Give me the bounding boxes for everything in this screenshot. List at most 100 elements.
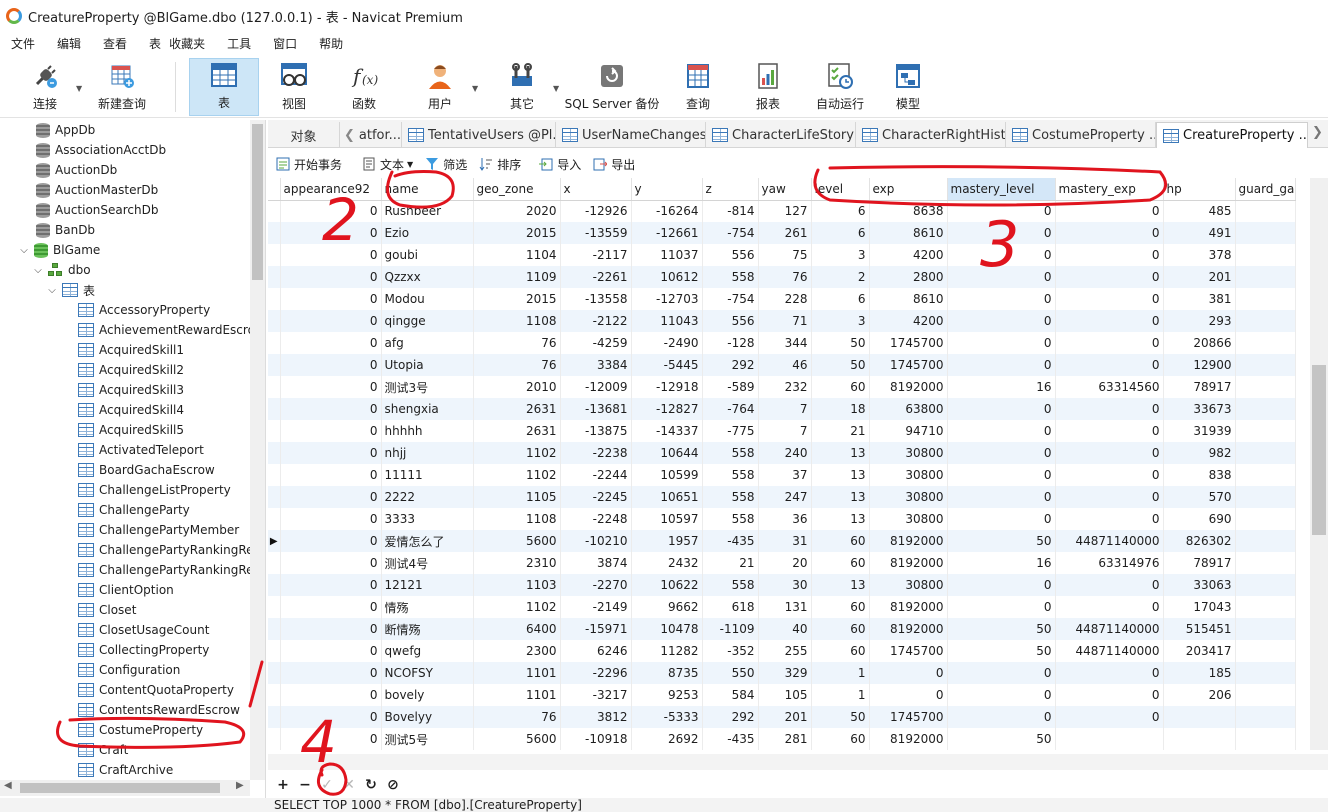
table-cell[interactable]: 1102	[473, 442, 561, 464]
row-header[interactable]	[268, 596, 281, 618]
tree-table-item[interactable]: ClientOption	[78, 580, 174, 600]
row-header[interactable]	[268, 420, 281, 442]
table-cell[interactable]: 0	[1055, 420, 1164, 442]
table-cell[interactable]: 0	[947, 442, 1056, 464]
row-header[interactable]	[268, 332, 281, 354]
table-cell[interactable]: -2490	[631, 332, 703, 354]
table-cell[interactable]: 0	[280, 596, 382, 618]
table-row[interactable]: 0 情殇 1102 -2149 9662 618 131 60 8192000 0 0 17043	[268, 596, 1296, 618]
table-cell[interactable]: 0	[280, 200, 382, 222]
table-cell[interactable]: -2122	[560, 310, 632, 332]
tree-db-auctiondb[interactable]: AuctionDb	[36, 160, 117, 180]
table-cell[interactable]: 71	[758, 310, 812, 332]
tree-table-item[interactable]: ContentQuotaProperty	[78, 680, 234, 700]
tree-table-item[interactable]: Closet	[78, 600, 136, 620]
tab-atfor[interactable]: ❮ atfor...	[340, 122, 402, 148]
table-cell[interactable]: 0	[280, 376, 382, 398]
connect-button[interactable]: 连接	[22, 58, 68, 116]
table-cell[interactable]: 201	[1163, 266, 1236, 288]
tree-table-item[interactable]: AcquiredSkill1	[78, 340, 184, 360]
table-cell[interactable]: 1101	[473, 684, 561, 706]
chevron-right-icon[interactable]: ❯	[1312, 125, 1323, 140]
table-cell[interactable]: nhjj	[381, 442, 474, 464]
table-cell[interactable]: 381	[1163, 288, 1236, 310]
table-cell[interactable]: 11037	[631, 244, 703, 266]
table-cell[interactable]: -15971	[560, 618, 632, 640]
row-header[interactable]	[268, 222, 281, 244]
table-cell[interactable]	[1235, 222, 1296, 244]
table-cell[interactable]: 13	[811, 442, 870, 464]
table-cell[interactable]	[1235, 684, 1296, 706]
table-cell[interactable]: 30800	[869, 464, 948, 486]
table-cell[interactable]: 76	[758, 266, 812, 288]
table-cell[interactable]: 11111	[381, 464, 474, 486]
table-cell[interactable]: 570	[1163, 486, 1236, 508]
table-cell[interactable]	[1235, 530, 1296, 552]
menu-help[interactable]: 帮助	[308, 32, 354, 56]
tree-db-associationacctdb[interactable]: AssociationAcctDb	[36, 140, 166, 160]
table-cell[interactable]: 3333	[381, 508, 474, 530]
table-cell[interactable]: 1745700	[869, 706, 948, 728]
table-cell[interactable]: 485	[1163, 200, 1236, 222]
table-cell[interactable]	[1235, 442, 1296, 464]
begin-transaction-button[interactable]: 开始事务	[276, 156, 342, 173]
tree-table-item[interactable]: ClosetUsageCount	[78, 620, 209, 640]
table-cell[interactable]: 50	[947, 618, 1056, 640]
table-cell[interactable]: 826302	[1163, 530, 1236, 552]
table-row[interactable]: 0 NCOFSY 1101 -2296 8735 550 329 1 0 0 0 185	[268, 662, 1296, 684]
table-cell[interactable]: 6	[811, 222, 870, 244]
table-cell[interactable]	[1235, 728, 1296, 750]
table-cell[interactable]: 2	[811, 266, 870, 288]
table-cell[interactable]: 3	[811, 244, 870, 266]
table-cell[interactable]: 情殇	[381, 596, 474, 618]
table-cell[interactable]: 0	[947, 222, 1056, 244]
sidebar-hscroll-thumb[interactable]	[20, 783, 220, 793]
table-cell[interactable]: 60	[811, 640, 870, 662]
table-cell[interactable]: 1957	[631, 530, 703, 552]
table-cell[interactable]: 63314560	[1055, 376, 1164, 398]
table-cell[interactable]: 0	[280, 640, 382, 662]
discard-changes-button[interactable]: ✕	[338, 777, 360, 793]
tree-table-item[interactable]: Craft	[78, 740, 128, 760]
menu-tools[interactable]: 工具	[216, 32, 262, 56]
menu-edit[interactable]: 编辑	[46, 32, 92, 56]
automation-button[interactable]: 自动运行	[810, 58, 870, 116]
table-cell[interactable]: 206	[1163, 684, 1236, 706]
table-cell[interactable]: 2222	[381, 486, 474, 508]
table-cell[interactable]: 0	[280, 530, 382, 552]
column-header[interactable]: y	[631, 178, 703, 201]
tab-characterlifestory[interactable]: CharacterLifeStory ...	[706, 122, 856, 148]
table-cell[interactable]: -2245	[560, 486, 632, 508]
table-cell[interactable]: 0	[280, 662, 382, 684]
table-cell[interactable]	[1055, 728, 1164, 750]
other-button[interactable]: 其它	[492, 58, 552, 116]
column-header[interactable]: mastery_exp	[1055, 178, 1164, 201]
table-cell[interactable]: -435	[702, 728, 759, 750]
table-cell[interactable]: 558	[702, 464, 759, 486]
table-cell[interactable]: 378	[1163, 244, 1236, 266]
table-row[interactable]: 0 bovely 1101 -3217 9253 584 105 1 0 0 0 206	[268, 684, 1296, 706]
table-cell[interactable]: 44871140000	[1055, 618, 1164, 640]
table-cell[interactable]: 1	[811, 684, 870, 706]
table-cell[interactable]: 3874	[560, 552, 632, 574]
table-cell[interactable]	[1235, 662, 1296, 684]
table-cell[interactable]: 558	[702, 442, 759, 464]
table-cell[interactable]	[1235, 706, 1296, 728]
table-cell[interactable]	[1235, 486, 1296, 508]
table-cell[interactable]: 0	[1055, 662, 1164, 684]
table-cell[interactable]: 1103	[473, 574, 561, 596]
table-cell[interactable]: 1	[811, 662, 870, 684]
table-cell[interactable]: 0	[947, 574, 1056, 596]
table-cell[interactable]: 255	[758, 640, 812, 662]
new-query-button[interactable]: 新建查询	[92, 58, 152, 116]
table-cell[interactable]: 16	[947, 552, 1056, 574]
table-cell[interactable]: 1108	[473, 508, 561, 530]
table-row[interactable]: 0 3333 1108 -2248 10597 558 36 13 30800 0 0 690	[268, 508, 1296, 530]
table-cell[interactable]: -2238	[560, 442, 632, 464]
table-cell[interactable]: 13	[811, 574, 870, 596]
table-cell[interactable]: 5600	[473, 530, 561, 552]
table-cell[interactable]: 2631	[473, 398, 561, 420]
chevron-down-icon[interactable]: ⌵	[46, 285, 58, 296]
tree-table-item[interactable]: Configuration	[78, 660, 180, 680]
table-cell[interactable]: -352	[702, 640, 759, 662]
